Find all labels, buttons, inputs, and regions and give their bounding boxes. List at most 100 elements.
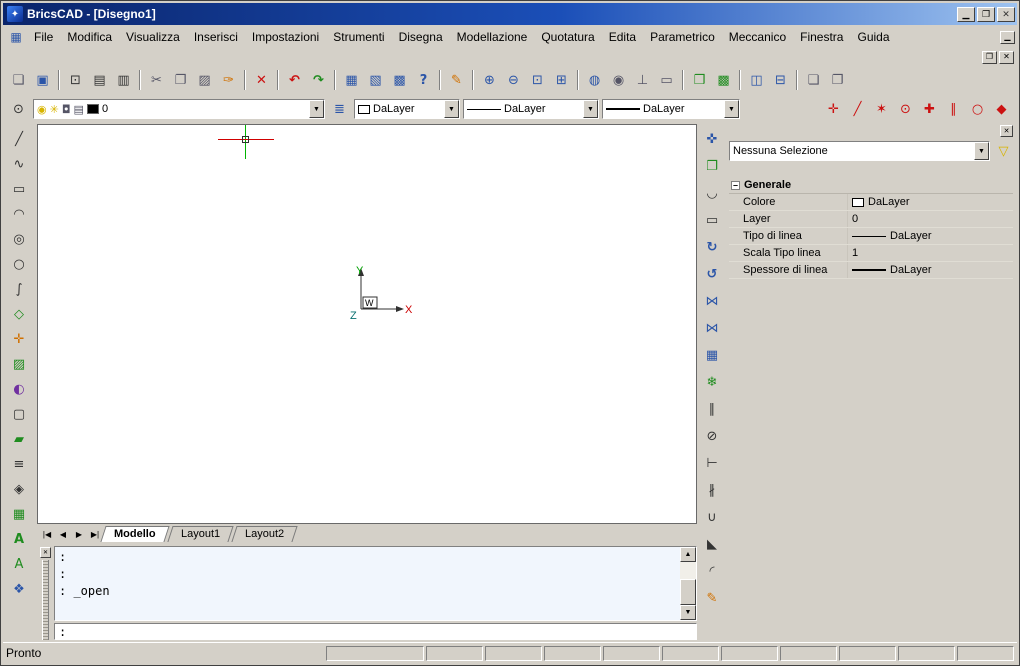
- zoom-window-button[interactable]: ⊡: [526, 69, 549, 91]
- status-cell[interactable]: [662, 646, 719, 661]
- visibility-button[interactable]: ◉: [607, 69, 630, 91]
- mdi-minimize-button[interactable]: ▁: [1000, 31, 1015, 44]
- menu-guida[interactable]: Guida: [850, 27, 896, 47]
- snap-endpoint-button[interactable]: ╱: [846, 98, 869, 120]
- menu-strumenti[interactable]: Strumenti: [326, 27, 391, 47]
- lineweight-dropdown-button[interactable]: ▼: [724, 100, 739, 118]
- color-combobox[interactable]: DaLayer ▼: [354, 99, 460, 119]
- rotate-button[interactable]: ↻: [700, 236, 724, 259]
- command-scrollbar[interactable]: ▲ ▼: [680, 547, 696, 620]
- layers-dialog-button[interactable]: ≣: [328, 98, 351, 120]
- menu-impostazioni[interactable]: Impostazioni: [245, 27, 326, 47]
- property-value-cell[interactable]: DaLayer: [847, 262, 1013, 278]
- layer-dropdown-button[interactable]: ▼: [309, 100, 324, 118]
- move-button[interactable]: ✜: [700, 128, 724, 151]
- print-button[interactable]: ▤: [88, 69, 111, 91]
- sketch-button[interactable]: ✎: [445, 69, 468, 91]
- scrollbar-track[interactable]: [680, 562, 696, 605]
- layer-states-button[interactable]: ▧: [364, 69, 387, 91]
- viewports-2-button[interactable]: ⊟: [769, 69, 792, 91]
- status-cell[interactable]: [839, 646, 896, 661]
- erase-button[interactable]: ✕: [250, 69, 273, 91]
- group-button[interactable]: ❏: [802, 69, 825, 91]
- menu-disegna[interactable]: Disegna: [392, 27, 450, 47]
- status-cell[interactable]: [544, 646, 601, 661]
- collapse-icon[interactable]: −: [731, 181, 740, 190]
- title-bar[interactable]: ✦ BricsCAD - [Disegno1] ▁ ❐ ✕: [3, 3, 1017, 25]
- region-button[interactable]: ▰: [7, 428, 31, 451]
- layer-combobox[interactable]: ◉ ✳ ◘ ▤ 0 ▼: [33, 99, 325, 119]
- offset-button[interactable]: ∥: [700, 398, 724, 421]
- property-value-cell[interactable]: DaLayer: [847, 194, 1013, 210]
- save-button[interactable]: ▣: [31, 69, 54, 91]
- first-tab-button[interactable]: |◀: [39, 527, 55, 542]
- status-cell[interactable]: [957, 646, 1014, 661]
- previous-tab-button[interactable]: ◀: [55, 527, 71, 542]
- new-button[interactable]: ❏: [7, 69, 30, 91]
- tab-layout1[interactable]: Layout1: [167, 526, 233, 542]
- linetype-dropdown-button[interactable]: ▼: [583, 100, 598, 118]
- line-button[interactable]: ╱: [7, 128, 31, 151]
- paste-button[interactable]: ▨: [193, 69, 216, 91]
- viewports-button[interactable]: ◫: [745, 69, 768, 91]
- color-dropdown-button[interactable]: ▼: [444, 100, 459, 118]
- mirror-button[interactable]: ⋈: [700, 290, 724, 313]
- mdi-close-button[interactable]: ✕: [999, 51, 1014, 64]
- menu-inserisci[interactable]: Inserisci: [187, 27, 245, 47]
- spline-button[interactable]: ∫: [7, 278, 31, 301]
- zoom-out-button[interactable]: ⊖: [502, 69, 525, 91]
- property-filter-button[interactable]: ▽: [994, 142, 1013, 161]
- restore-button[interactable]: ❐: [977, 7, 995, 22]
- help-button[interactable]: ?: [412, 69, 435, 91]
- copy-button[interactable]: ❐: [169, 69, 192, 91]
- break-button[interactable]: ∦: [700, 479, 724, 502]
- table-button[interactable]: ▦: [7, 503, 31, 526]
- menu-parametrico[interactable]: Parametrico: [643, 27, 722, 47]
- snap-tangent-button[interactable]: ○: [966, 98, 989, 120]
- tab-modello[interactable]: Modello: [100, 526, 169, 542]
- status-cell[interactable]: [780, 646, 837, 661]
- trim-button[interactable]: ⊘: [700, 425, 724, 448]
- tab-layout2[interactable]: Layout2: [231, 526, 297, 542]
- zoom-extents-button[interactable]: ⊞: [550, 69, 573, 91]
- multiline-button[interactable]: ≡: [7, 453, 31, 476]
- lineweight-combobox[interactable]: DaLayer ▼: [602, 99, 740, 119]
- hatch-button[interactable]: ▨: [7, 353, 31, 376]
- print-preview-button[interactable]: ⊡: [64, 69, 87, 91]
- menu-modellazione[interactable]: Modellazione: [450, 27, 535, 47]
- status-cell[interactable]: [426, 646, 483, 661]
- menu-modifica[interactable]: Modifica: [60, 27, 119, 47]
- zoom-in-button[interactable]: ⊕: [478, 69, 501, 91]
- drawing-canvas[interactable]: Y X Z W: [37, 124, 697, 524]
- mtext-button[interactable]: A: [7, 528, 31, 551]
- status-cell[interactable]: [485, 646, 542, 661]
- plot-settings-button[interactable]: ▥: [112, 69, 135, 91]
- category-generale[interactable]: − Generale: [729, 177, 1013, 194]
- menu-finestra[interactable]: Finestra: [793, 27, 850, 47]
- menu-file[interactable]: File: [27, 27, 60, 47]
- scroll-up-button[interactable]: ▲: [680, 547, 696, 562]
- command-input[interactable]: :: [54, 623, 697, 640]
- status-cell[interactable]: [898, 646, 955, 661]
- menu-meccanico[interactable]: Meccanico: [722, 27, 793, 47]
- donut-button[interactable]: ◎: [7, 228, 31, 251]
- fillet-button[interactable]: ◜: [700, 560, 724, 583]
- visual-styles-button[interactable]: ▩: [712, 69, 735, 91]
- rotate-ccw-button[interactable]: ↺: [700, 263, 724, 286]
- ucs-button[interactable]: ⊥: [631, 69, 654, 91]
- chamfer-button[interactable]: ◣: [700, 533, 724, 556]
- shape-button[interactable]: ◈: [7, 478, 31, 501]
- polygon-button[interactable]: ◇: [7, 303, 31, 326]
- named-views-button[interactable]: ▭: [655, 69, 678, 91]
- undo-button[interactable]: ↶: [283, 69, 306, 91]
- menu-edita[interactable]: Edita: [602, 27, 643, 47]
- mdi-restore-button[interactable]: ❐: [982, 51, 997, 64]
- close-button[interactable]: ✕: [997, 7, 1015, 22]
- status-cell[interactable]: [326, 646, 424, 661]
- ungroup-button[interactable]: ❐: [826, 69, 849, 91]
- drawing-explorer-button[interactable]: ▦: [340, 69, 363, 91]
- circle-button[interactable]: ○: [7, 253, 31, 276]
- scrollbar-thumb[interactable]: [680, 579, 696, 605]
- gradient-button[interactable]: ◐: [7, 378, 31, 401]
- viewport-button[interactable]: ▭: [700, 209, 724, 232]
